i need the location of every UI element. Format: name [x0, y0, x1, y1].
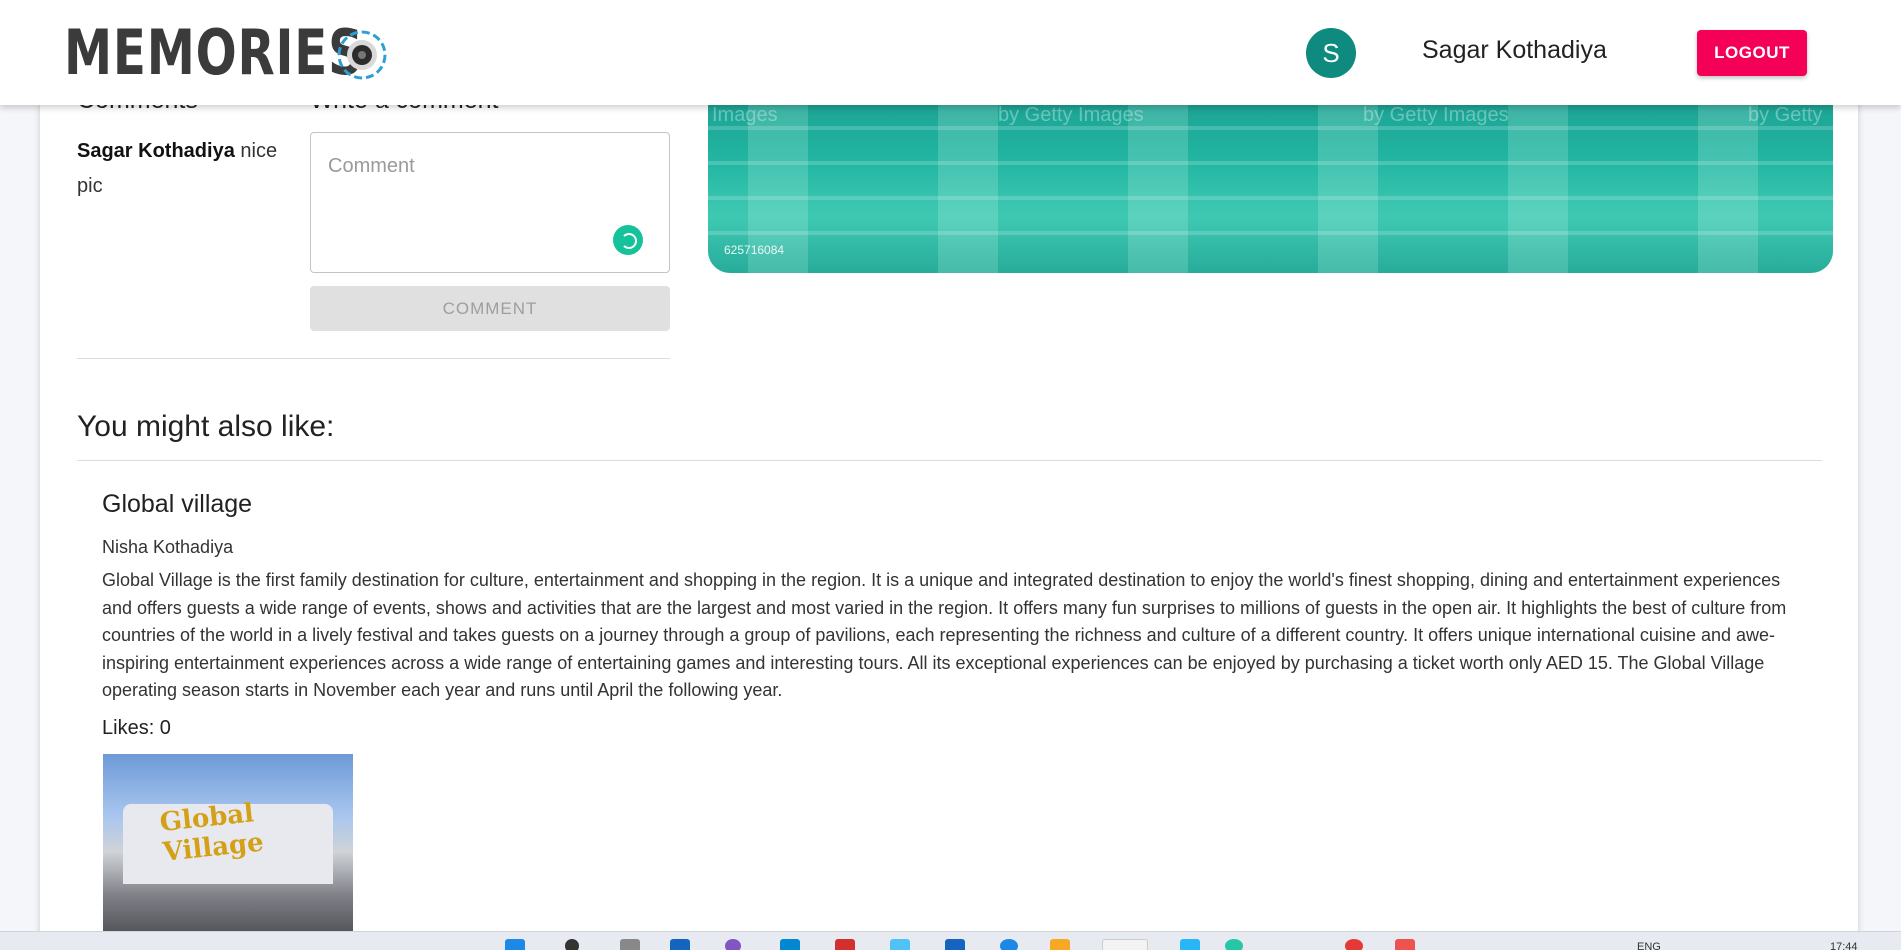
comment-textarea[interactable]: Comment	[310, 132, 670, 273]
suggestions-divider	[77, 460, 1822, 461]
suggestions-heading: You might also like:	[77, 410, 335, 443]
taskview-icon[interactable]	[620, 939, 640, 950]
app-icon[interactable]	[1395, 939, 1415, 950]
app-icon[interactable]	[725, 939, 741, 950]
post-thumbnail[interactable]: Global Village	[103, 754, 353, 932]
chrome-icon[interactable]	[1345, 939, 1363, 950]
windows-start-icon[interactable]	[505, 939, 525, 950]
comment-submit-button[interactable]: COMMENT	[310, 286, 670, 331]
grammarly-icon[interactable]	[613, 225, 643, 255]
image-watermark: by Getty Images	[998, 104, 1144, 126]
comment-entry: Sagar Kothadiya nice pic	[77, 134, 287, 204]
app-icon[interactable]	[1102, 939, 1148, 950]
user-name: Sagar Kothadiya	[1422, 36, 1607, 64]
app-icon[interactable]	[945, 939, 965, 950]
avatar[interactable]: S	[1306, 28, 1356, 78]
app-icon[interactable]	[780, 939, 800, 950]
post-image: Images by Getty Images by Getty Images b…	[708, 86, 1833, 273]
image-watermark: Images	[712, 104, 778, 126]
post-title[interactable]: Global village	[102, 490, 252, 519]
image-id: 625716084	[724, 243, 785, 257]
main-card: Comments Write a comment Sagar Kothadiya…	[40, 0, 1858, 950]
brand[interactable]: MEMORIES	[64, 18, 448, 88]
os-taskbar: ENG 17:44	[0, 931, 1901, 950]
comment-divider	[77, 358, 670, 359]
brand-title: MEMORIES	[64, 16, 364, 89]
image-watermark: by Getty Images	[1363, 104, 1509, 126]
app-icon[interactable]	[1225, 939, 1243, 950]
clock[interactable]: 17:44	[1830, 941, 1858, 950]
camera-lens-icon	[337, 30, 387, 80]
search-icon[interactable]	[565, 939, 579, 950]
mail-icon[interactable]	[835, 939, 855, 950]
post-author: Nisha Kothadiya	[102, 537, 234, 557]
app-icon[interactable]	[890, 939, 910, 950]
app-icon[interactable]	[1180, 939, 1200, 950]
app-icon[interactable]	[670, 939, 690, 950]
folder-icon[interactable]	[1050, 939, 1070, 950]
browser-icon[interactable]	[1000, 939, 1018, 950]
comment-author: Sagar Kothadiya	[77, 140, 235, 162]
post-description: Global Village is the first family desti…	[102, 570, 1787, 701]
language-indicator[interactable]: ENG	[1637, 941, 1661, 950]
logout-button[interactable]: LOGOUT	[1697, 30, 1807, 76]
comment-placeholder: Comment	[328, 155, 415, 177]
image-watermark: by Getty	[1748, 104, 1823, 126]
app-navbar: MEMORIES S Sagar Kothadiya LOGOUT	[0, 0, 1901, 105]
post-likes: Likes: 0	[102, 717, 171, 739]
